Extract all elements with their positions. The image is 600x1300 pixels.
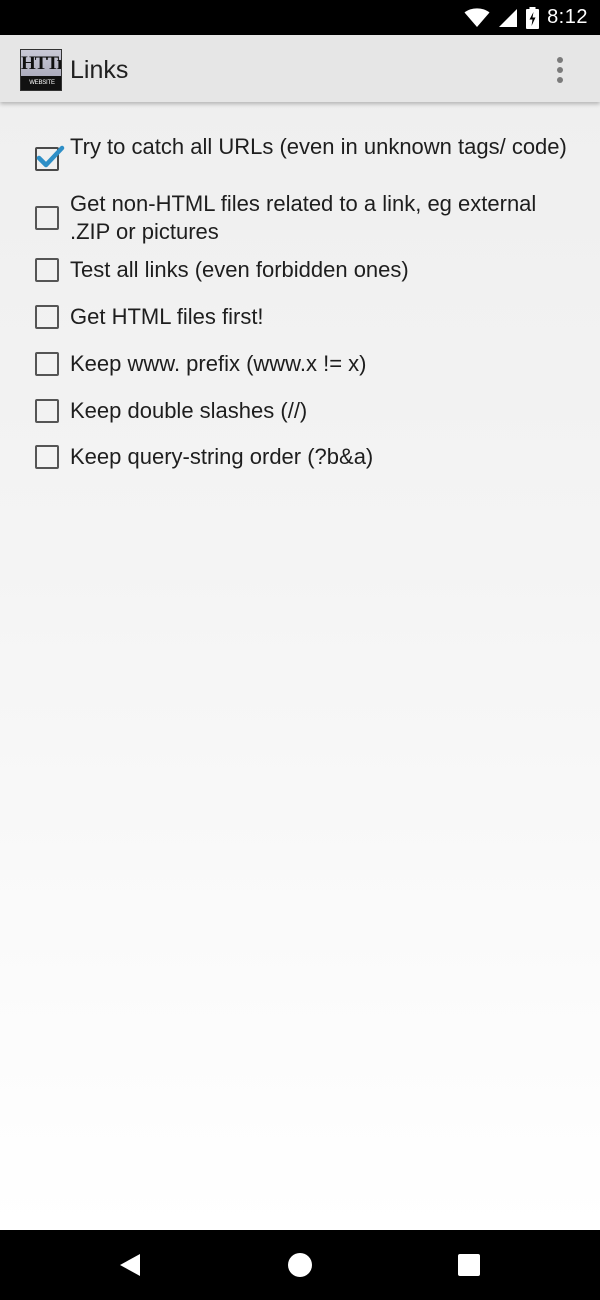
checkbox-checked[interactable] [35, 145, 65, 171]
option-label: Get HTML files first! [70, 304, 264, 329]
battery-charging-icon [526, 6, 540, 29]
option-label: Keep double slashes (//) [70, 398, 308, 423]
navigation-bar [0, 1230, 600, 1300]
status-time: 8:12 [547, 6, 588, 28]
option-label: Get non-HTML files related to a link, eg… [70, 191, 537, 244]
option-label: Test all links (even forbidden ones) [70, 257, 409, 282]
menu-dot [557, 67, 563, 73]
page-title: Links [70, 56, 129, 84]
logo-top-text: HTTrack [21, 53, 61, 74]
checkbox[interactable] [35, 305, 59, 329]
checkbox[interactable] [35, 206, 59, 230]
back-triangle-icon[interactable] [90, 1230, 170, 1300]
recents-square-icon[interactable] [429, 1230, 509, 1300]
app-bar: HTTrack WEBSITE COPIER Links [0, 35, 600, 102]
wifi-icon [464, 7, 490, 28]
check-icon [36, 145, 65, 168]
app-logo: HTTrack WEBSITE COPIER [20, 49, 62, 91]
option-label: Keep www. prefix (www.x != x) [70, 351, 367, 376]
status-bar: 8:12 [0, 0, 600, 35]
menu-dot [557, 77, 563, 83]
option-label: Keep query-string order (?b&a) [70, 444, 374, 469]
option-label: Try to catch all URLs (even in unknown t… [70, 134, 567, 159]
checkbox[interactable] [35, 352, 59, 376]
menu-dot [557, 57, 563, 63]
options-list: Try to catch all URLs (even in unknown t… [0, 102, 600, 1230]
more-vert-icon[interactable] [540, 52, 580, 88]
checkbox[interactable] [35, 258, 59, 282]
checkbox[interactable] [35, 445, 59, 469]
signal-icon [498, 8, 518, 28]
status-icons: 8:12 [464, 0, 588, 35]
logo-bottom-text: WEBSITE COPIER [21, 76, 61, 90]
home-circle-icon[interactable] [260, 1230, 340, 1300]
checkbox[interactable] [35, 399, 59, 423]
